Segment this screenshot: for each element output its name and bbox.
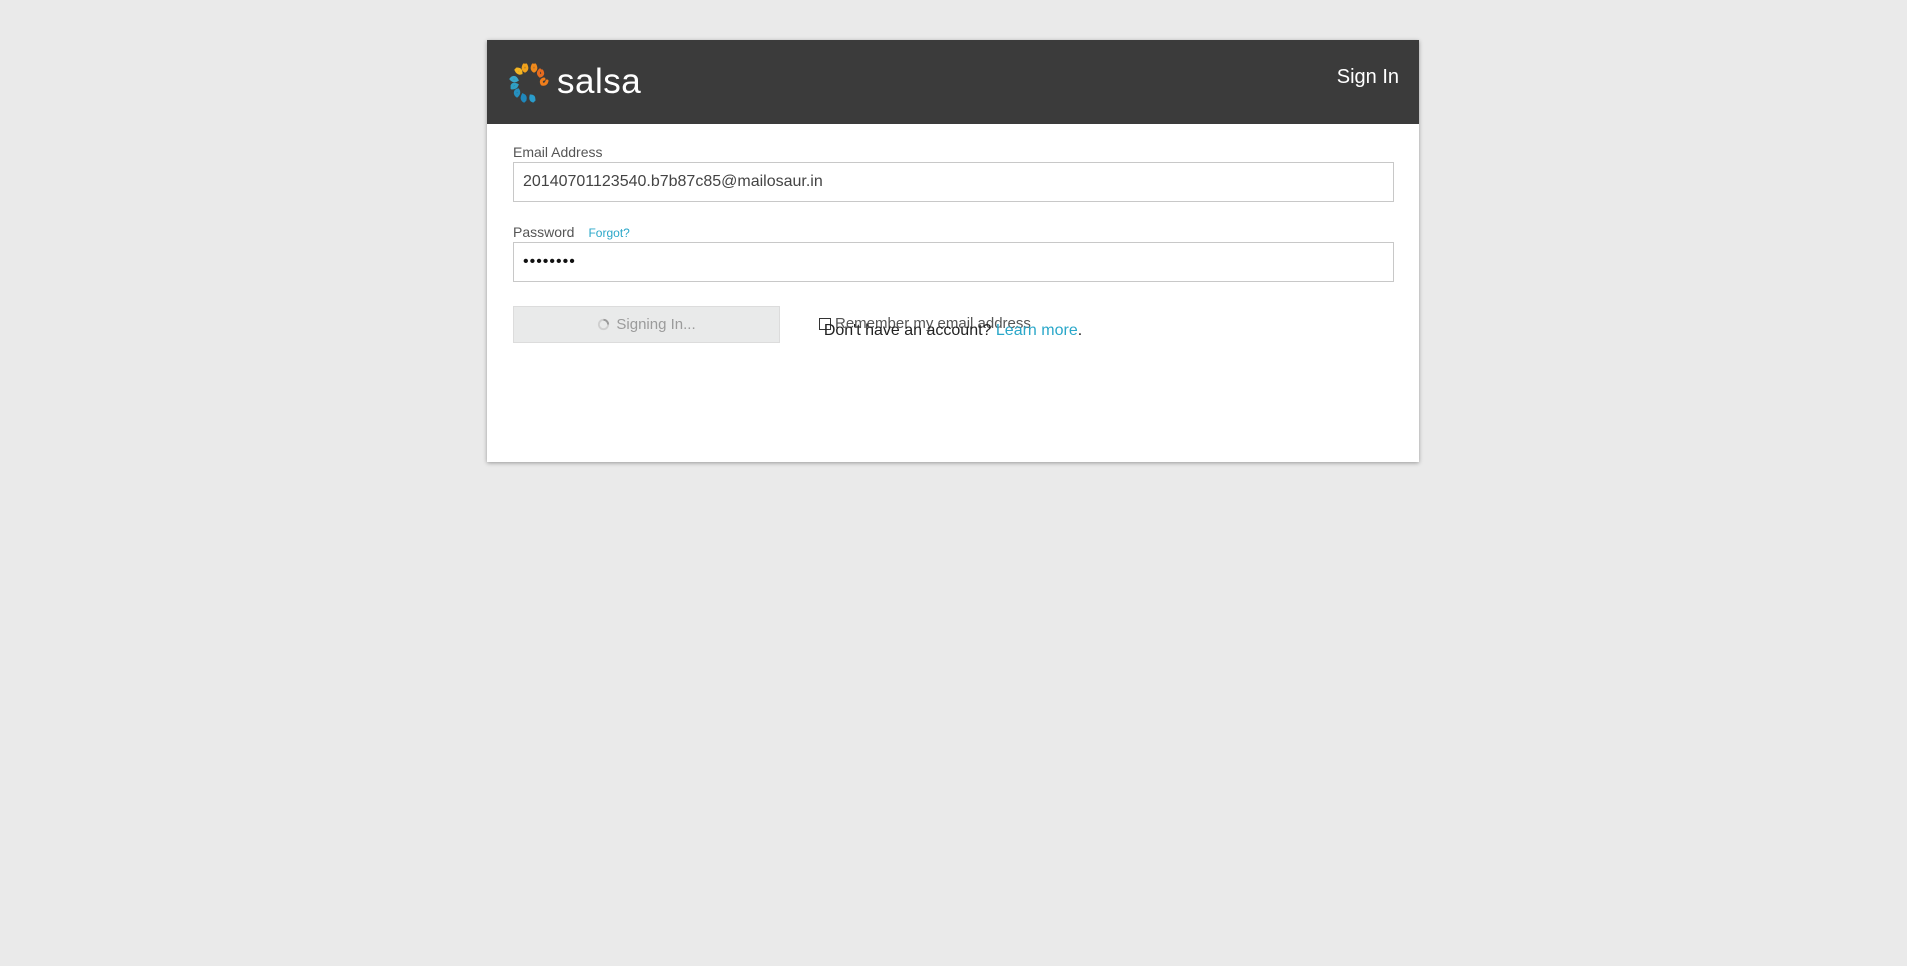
signup-prompt-text: Don't have an account?: [823, 322, 996, 339]
password-label: Password: [513, 224, 575, 240]
learn-more-link[interactable]: Learn more: [996, 322, 1078, 339]
sign-in-card: salsa Sign In Email Address 201407011235…: [487, 40, 1419, 462]
password-label-row: Password Forgot?: [513, 224, 1394, 242]
email-label: Email Address: [513, 144, 603, 160]
forgot-password-link[interactable]: Forgot?: [588, 226, 629, 240]
email-label-row: Email Address: [513, 144, 1394, 162]
page-title: Sign In: [1336, 66, 1399, 88]
signup-prompt-suffix: .: [1077, 322, 1083, 339]
email-field[interactable]: 20140701123540.b7b87c85@mailosaur.in: [513, 162, 1394, 202]
header-bar: salsa Sign In: [487, 40, 1419, 124]
brand-logo: salsa: [507, 58, 641, 106]
signup-prompt: Don't have an account? Learn more.: [487, 322, 1419, 340]
sign-in-form: Email Address 20140701123540.b7b87c85@ma…: [513, 144, 1394, 344]
password-field[interactable]: ••••••••: [513, 242, 1394, 282]
salsa-logo-icon: [509, 63, 549, 103]
brand-name: salsa: [557, 62, 642, 101]
